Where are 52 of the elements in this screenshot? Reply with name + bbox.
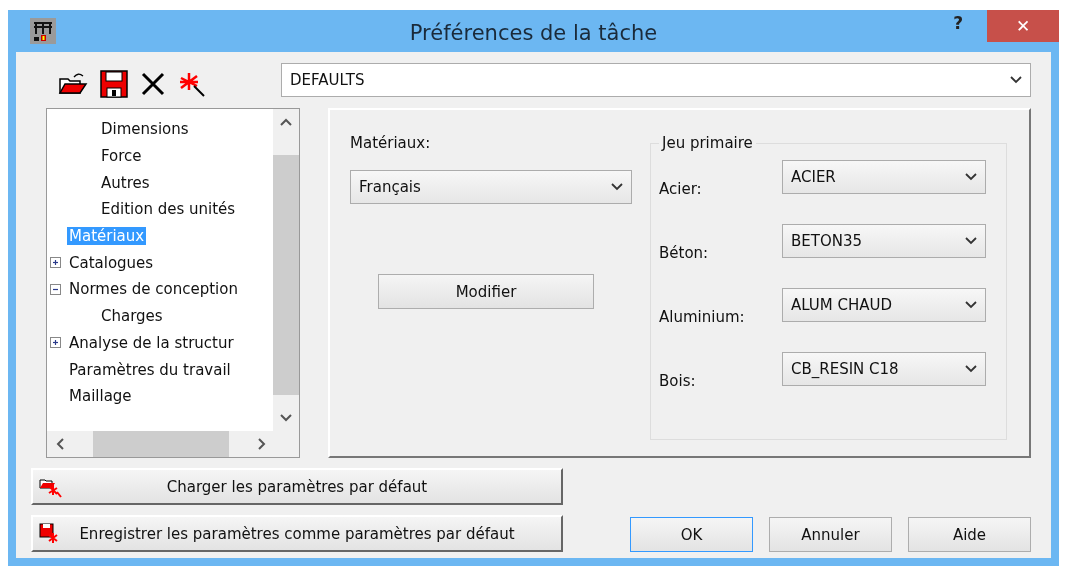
dialog-button[interactable]: Aide xyxy=(908,517,1031,552)
material-dropdown[interactable]: ACIER xyxy=(782,160,986,194)
delete-icon[interactable] xyxy=(140,71,166,97)
materials-label: Matériaux: xyxy=(350,134,432,152)
collapse-icon[interactable] xyxy=(50,283,61,295)
close-button[interactable]: ✕ xyxy=(987,10,1059,42)
group-title: Jeu primaire xyxy=(660,134,754,152)
modify-button[interactable]: Modifier xyxy=(378,274,594,309)
tree-item[interactable]: Autres xyxy=(99,173,152,192)
tree-item[interactable]: Force xyxy=(99,147,144,166)
caret-icon xyxy=(965,301,977,309)
caret-icon xyxy=(965,173,977,181)
save-icon[interactable] xyxy=(100,70,128,98)
caret-icon xyxy=(1010,76,1022,84)
material-label: Bois: xyxy=(659,372,696,390)
material-dropdown[interactable]: BETON35 xyxy=(782,224,986,258)
preset-dropdown[interactable]: DEFAULTS xyxy=(281,63,1031,97)
load-defaults-button[interactable]: Charger les paramètres par défaut xyxy=(31,468,563,505)
asterisk-icon[interactable] xyxy=(178,70,206,98)
tree-item[interactable]: Normes de conception xyxy=(67,280,240,299)
scroll-up-icon[interactable] xyxy=(280,118,292,126)
open-folder-icon xyxy=(39,476,63,498)
material-dropdown[interactable]: CB_RESIN C18 xyxy=(782,352,986,386)
tree-item[interactable]: Maillage xyxy=(67,387,134,406)
scroll-left-icon[interactable] xyxy=(56,438,64,450)
scroll-right-icon[interactable] xyxy=(258,438,267,450)
tree-item[interactable]: Charges xyxy=(99,307,165,326)
dialog-button[interactable]: OK xyxy=(630,517,753,552)
expand-icon[interactable] xyxy=(50,257,61,269)
open-folder-icon[interactable] xyxy=(58,71,88,97)
materials-dropdown[interactable]: Français xyxy=(350,170,632,204)
vertical-scrollbar[interactable] xyxy=(273,109,299,431)
caret-icon xyxy=(965,365,977,373)
save-defaults-button[interactable]: Enregistrer les paramètres comme paramètres par défaut xyxy=(31,515,563,552)
tree-item[interactable]: Catalogues xyxy=(67,253,156,272)
window-title: Préférences de la tâche xyxy=(409,21,658,45)
material-label: Aluminium: xyxy=(659,308,745,326)
expand-icon[interactable] xyxy=(50,337,61,349)
help-button[interactable]: ? xyxy=(947,12,969,34)
caret-icon xyxy=(965,237,977,245)
tree-item[interactable]: Dimensions xyxy=(99,120,191,139)
app-icon xyxy=(30,18,56,44)
scroll-down-icon[interactable] xyxy=(280,414,292,422)
material-label: Acier: xyxy=(659,180,702,198)
material-label: Béton: xyxy=(659,244,709,262)
material-dropdown[interactable]: ALUM CHAUD xyxy=(782,288,986,322)
tree-item[interactable]: Analyse de la structur xyxy=(67,333,236,352)
tree-item[interactable]: Paramètres du travail xyxy=(67,360,233,379)
tree-item[interactable]: Edition des unités xyxy=(99,200,238,219)
dialog-button[interactable]: Annuler xyxy=(769,517,892,552)
caret-icon xyxy=(611,183,623,191)
horizontal-scrollbar[interactable] xyxy=(47,431,299,457)
